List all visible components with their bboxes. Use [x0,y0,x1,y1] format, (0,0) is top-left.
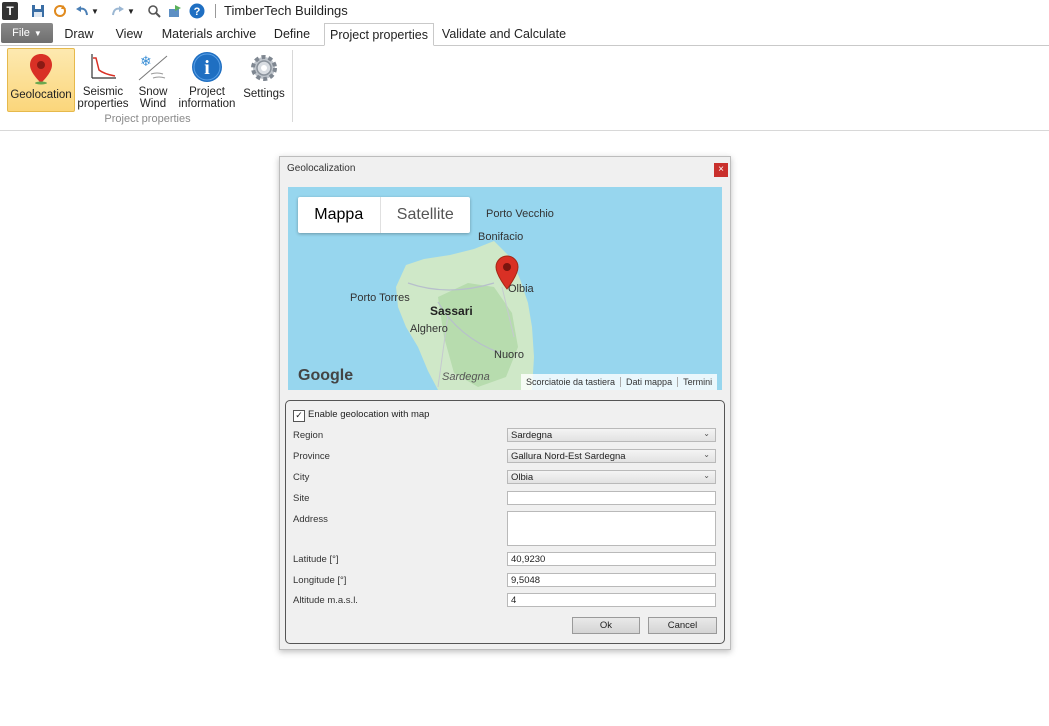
longitude-label: Longitude [°] [293,575,347,586]
enable-geolocation-checkbox[interactable]: ✓ [293,410,305,422]
tab-validate-and-calculate[interactable]: Validate and Calculate [440,23,568,44]
close-icon: × [718,164,724,175]
google-logo: Google [298,367,354,384]
settings-button[interactable]: Settings [241,48,287,110]
longitude-input[interactable]: 9,5048 [507,573,716,587]
map-label-porto-vecchio: Porto Vecchio [486,208,554,220]
keyboard-shortcuts-link[interactable]: Scorciatoie da tastiera [521,377,622,387]
map-type-toggle: Mappa Satellite [298,197,470,233]
region-select[interactable]: Sardegna ⌄ [507,428,716,442]
settings-label: Settings [243,88,285,100]
site-label: Site [293,493,310,504]
snow-wind-label: Snow Wind [138,86,168,110]
address-label: Address [293,514,328,525]
map-label-porto-torres: Porto Torres [350,292,410,304]
map-type-mappa[interactable]: Mappa [298,197,381,233]
map-attribution: Scorciatoie da tastiera Dati mappa Termi… [521,374,718,390]
map-type-satellite[interactable]: Satellite [381,197,470,233]
dialog-title: Geolocalization [287,163,356,174]
chevron-down-icon: ▼ [33,28,42,38]
geolocalization-dialog: Geolocalization × Mappa Satellite Porto … [279,156,731,650]
app-title: TimberTech Buildings [224,3,348,18]
snow-wind-icon: ❄ [136,51,170,83]
map-label-alghero: Alghero [410,323,448,335]
chevron-down-icon: ⌄ [703,471,710,480]
export-icon[interactable] [167,2,183,20]
chevron-down-icon: ⌄ [703,450,710,459]
info-icon: i [190,51,224,83]
seismic-properties-button[interactable]: Seismic properties [76,48,130,110]
map-view[interactable]: Mappa Satellite Porto Vecchio Bonifacio … [288,187,722,390]
ribbon-group-label: Project properties [104,113,191,125]
region-value: Sardegna [511,429,553,441]
refresh-icon[interactable] [52,2,68,20]
gear-icon [247,51,281,85]
province-label: Province [293,451,330,462]
location-form: ✓ Enable geolocation with map Region Sar… [285,400,725,644]
region-label: Region [293,430,324,441]
tab-draw[interactable]: Draw [58,23,100,44]
file-menu-button[interactable]: File ▼ [1,23,53,43]
province-value: Gallura Nord-Est Sardegna [511,450,626,462]
map-label-bonifacio: Bonifacio [478,231,524,243]
cancel-button[interactable]: Cancel [648,617,717,634]
site-input[interactable] [507,491,716,505]
city-select[interactable]: Olbia ⌄ [507,470,716,484]
undo-icon[interactable]: ▼ [74,2,100,20]
city-label: City [293,472,310,483]
tab-materials-archive[interactable]: Materials archive [158,23,260,44]
latitude-input[interactable]: 40,9230 [507,552,716,566]
terms-link[interactable]: Termini [678,377,717,387]
title-bar: T ▼ ▼ ? TimberTech Buildings [0,0,1049,22]
geolocation-button[interactable]: Geolocation [7,48,75,112]
app-logo-icon[interactable]: T [2,2,18,20]
map-pin-icon [24,52,58,86]
project-information-button[interactable]: i Project information [176,48,238,110]
tab-view[interactable]: View [108,23,150,44]
map-label-nuoro: Nuoro [494,349,524,361]
seismic-properties-label: Seismic properties [77,86,129,110]
province-select[interactable]: Gallura Nord-Est Sardegna ⌄ [507,449,716,463]
map-label-sassari: Sassari [430,304,473,318]
geolocation-label: Geolocation [10,89,72,101]
map-label-sardegna: Sardegna [442,371,490,383]
map-pin-icon[interactable] [495,255,519,291]
svg-text:❄: ❄ [140,54,152,70]
seismic-graph-icon [86,51,120,83]
chevron-down-icon: ⌄ [703,429,710,438]
tab-define[interactable]: Define [266,23,318,44]
city-value: Olbia [511,471,534,483]
svg-text:?: ? [194,6,201,18]
altitude-label: Altitude m.a.s.l. [293,595,358,606]
file-menu-label: File [12,27,30,39]
enable-geolocation-label: Enable geolocation with map [308,409,430,420]
address-input[interactable] [507,511,716,546]
ribbon-panel: Geolocation Seismic properties ❄ Snow Wi… [0,46,1049,131]
search-icon[interactable] [146,2,162,20]
altitude-input[interactable]: 4 [507,593,716,607]
ribbon-group-divider [292,50,293,122]
svg-text:i: i [204,57,210,79]
project-information-label: Project information [178,86,236,110]
snow-wind-button[interactable]: ❄ Snow Wind [133,48,173,110]
save-icon[interactable] [30,2,46,20]
tab-project-properties[interactable]: Project properties [324,23,434,46]
close-button[interactable]: × [714,163,728,177]
help-icon[interactable]: ? [189,2,205,20]
title-separator [215,4,216,18]
ribbon-tabs: File ▼ Draw View Materials archive Defin… [0,23,1049,46]
redo-icon[interactable]: ▼ [110,2,136,20]
latitude-label: Latitude [°] [293,554,339,565]
map-data-link[interactable]: Dati mappa [621,377,679,387]
ok-button[interactable]: Ok [572,617,640,634]
